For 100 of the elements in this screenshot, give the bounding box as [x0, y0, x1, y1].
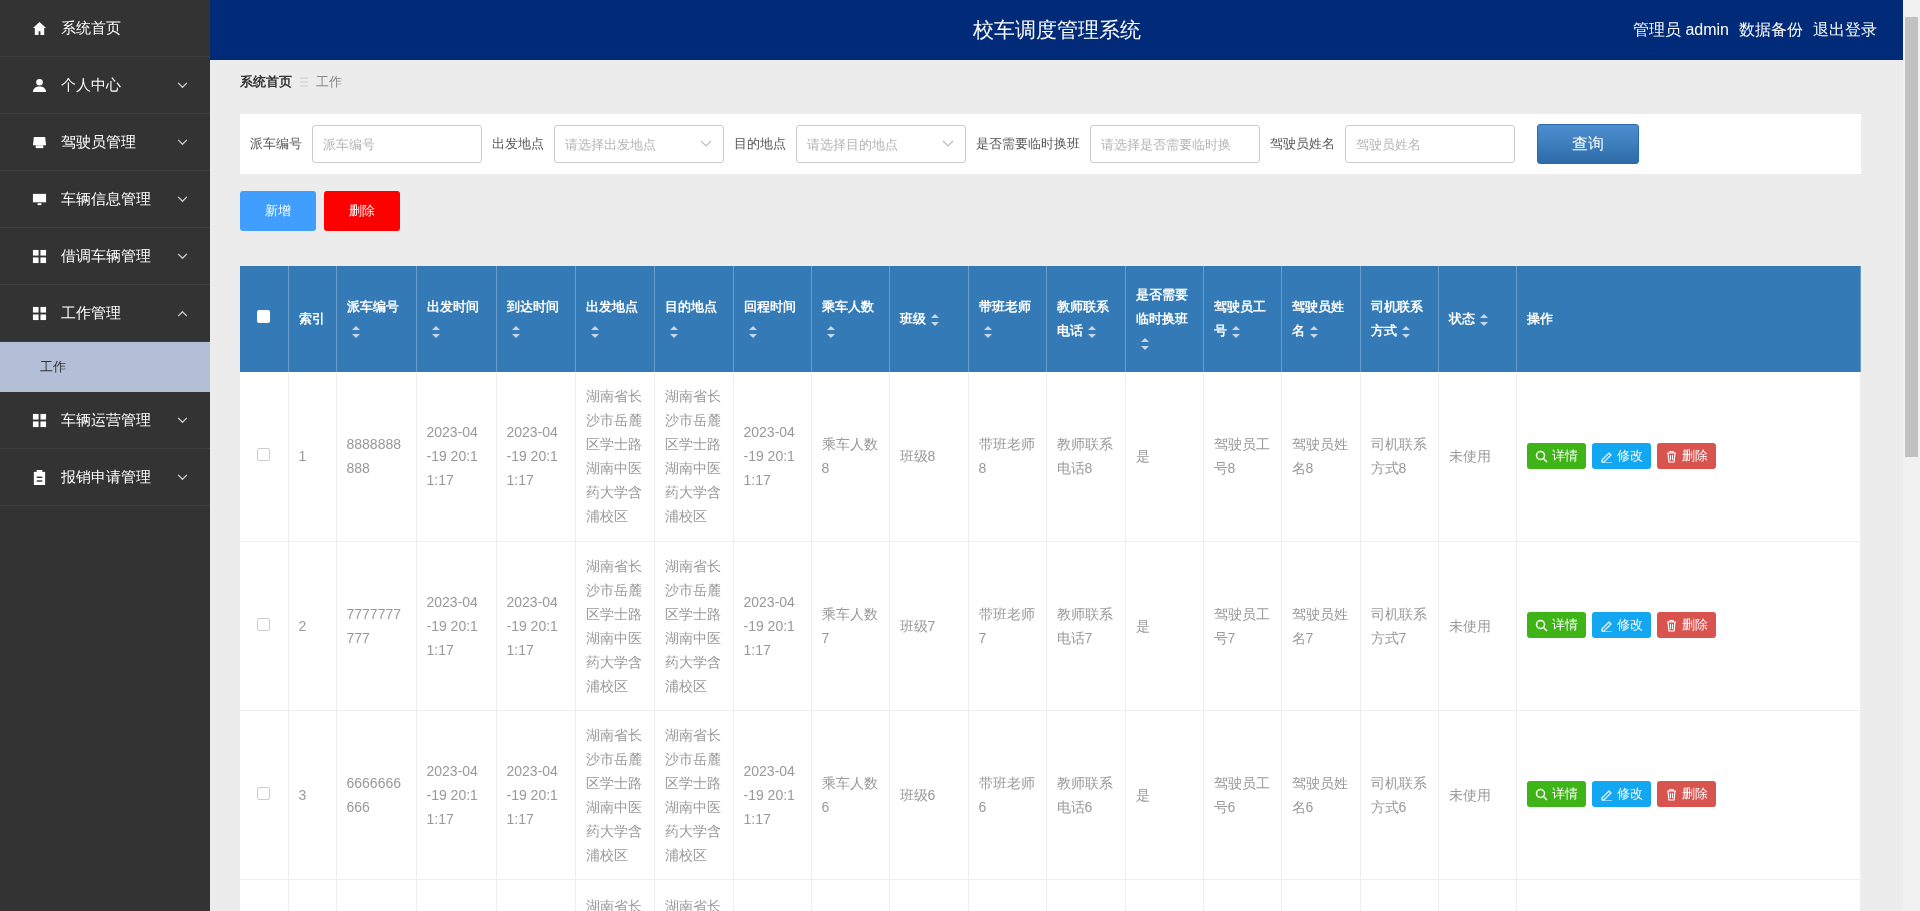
add-button[interactable]: 新增 — [240, 191, 316, 231]
column-header[interactable]: 到达时间 — [496, 266, 575, 372]
home-icon — [32, 20, 47, 36]
header-link[interactable]: 退出登录 — [1813, 18, 1877, 42]
column-header[interactable]: 带班老师 — [968, 266, 1046, 372]
table-cell: 驾驶员姓名7 — [1291, 605, 1348, 646]
table-cell: 驾驶员工号7 — [1213, 605, 1270, 646]
select-field[interactable]: 请选择目的地点 — [796, 125, 966, 163]
clipboard-icon — [32, 469, 47, 485]
sort-icon — [929, 313, 940, 326]
column-header[interactable]: 出发地点 — [575, 266, 654, 372]
column-header[interactable]: 回程时间 — [733, 266, 811, 372]
search-icon — [1534, 449, 1548, 463]
tray-icon — [32, 134, 47, 150]
column-header[interactable]: 教师联系电话 — [1046, 266, 1125, 372]
sidebar-item[interactable]: 车辆信息管理 — [0, 171, 210, 228]
grid-icon — [32, 412, 47, 428]
table-cell: 7777777777 — [346, 605, 401, 646]
column-header[interactable]: 班级 — [889, 266, 968, 372]
column-header: 索引 — [288, 266, 336, 372]
sidebar-item[interactable]: 借调车辆管理 — [0, 228, 210, 285]
search-icon — [1534, 787, 1548, 801]
sort-icon — [1400, 325, 1411, 338]
person-icon — [32, 77, 47, 93]
table-cell: 2023-04-19 20:11:17 — [506, 593, 558, 658]
filter-label: 出发地点 — [492, 135, 544, 154]
table-cell: 2023-04-19 20:11:17 — [743, 593, 795, 658]
app-title: 校车调度管理系统 — [972, 17, 1141, 44]
table-cell: 2023-04-19 20:11:17 — [426, 762, 478, 827]
table-cell: 司机联系方式6 — [1370, 774, 1427, 815]
table-cell: 班级8 — [899, 448, 936, 465]
sidebar-item[interactable]: 报销申请管理 — [0, 449, 210, 506]
column-header[interactable]: 驾驶员姓名 — [1281, 266, 1360, 372]
breadcrumb-item: 工作 — [316, 73, 342, 91]
scrollbar[interactable] — [1903, 0, 1920, 911]
sidebar-item[interactable]: 驾驶员管理 — [0, 114, 210, 171]
select-field[interactable]: 请选择出发地点 — [554, 125, 724, 163]
table-cell: 2023-04-19 20:11:17 — [743, 424, 795, 489]
edit-button[interactable]: 修改 — [1591, 443, 1651, 469]
search-button[interactable]: 查询 — [1537, 124, 1639, 164]
row-checkbox[interactable] — [257, 617, 271, 631]
details-button[interactable]: 详情 — [1526, 443, 1586, 469]
delete-button[interactable]: 删除 — [1656, 781, 1716, 808]
grid-icon — [32, 248, 47, 264]
table-cell: 教师联系电话6 — [1056, 774, 1113, 815]
table-cell: 是 — [1135, 786, 1150, 803]
monitor-icon — [32, 191, 47, 207]
column-header[interactable]: 派车编号 — [336, 266, 416, 372]
details-button[interactable]: 详情 — [1526, 781, 1586, 808]
sort-icon — [510, 325, 521, 338]
table-cell: 未使用 — [1448, 448, 1491, 465]
filter-label: 目的地点 — [734, 135, 786, 154]
table-cell: 2023-04-19 20:11:17 — [426, 424, 478, 489]
table-cell: 未使用 — [1448, 786, 1491, 803]
trash-icon — [1664, 449, 1678, 463]
delete-button[interactable]: 删除 — [1656, 612, 1716, 639]
table-cell: 司机联系方式7 — [1370, 605, 1427, 646]
column-header[interactable]: 目的地点 — [654, 266, 733, 372]
delete-button[interactable]: 删除 — [324, 191, 400, 231]
column-header[interactable]: 是否需要临时换班 — [1125, 266, 1203, 372]
input-field[interactable]: 派车编号 — [312, 125, 482, 163]
details-button[interactable]: 详情 — [1526, 612, 1586, 639]
filter-label: 驾驶员姓名 — [1270, 135, 1335, 154]
table-cell: 乘车人数6 — [821, 774, 878, 815]
sidebar-subitem[interactable]: 工作 — [0, 342, 210, 392]
sort-icon — [825, 325, 836, 338]
select-all-checkbox[interactable] — [257, 310, 271, 323]
filter-label: 是否需要临时换班 — [976, 135, 1080, 154]
breadcrumb-item[interactable]: 系统首页 — [240, 72, 292, 92]
table-cell: 3 — [298, 786, 307, 803]
sort-icon — [1230, 325, 1241, 338]
edit-button[interactable]: 修改 — [1591, 612, 1651, 639]
filter-label: 派车编号 — [250, 135, 302, 154]
chevron-down-icon — [700, 140, 712, 148]
table-cell: 驾驶员姓名8 — [1291, 436, 1348, 477]
row-checkbox[interactable] — [257, 786, 271, 800]
column-header[interactable]: 司机联系方式 — [1360, 266, 1438, 372]
input-field[interactable]: 请选择是否需要临时换 — [1090, 125, 1260, 163]
table-cell: 带班老师7 — [978, 605, 1035, 646]
delete-button[interactable]: 删除 — [1656, 443, 1716, 469]
column-header: 操作 — [1516, 266, 1861, 372]
column-header[interactable]: 乘车人数 — [811, 266, 889, 372]
header-link[interactable]: 数据备份 — [1739, 18, 1803, 42]
table-cell: 2 — [298, 617, 307, 634]
table-cell: 6666666666 — [346, 774, 401, 815]
sidebar-item[interactable]: 车辆运营管理 — [0, 392, 210, 449]
table-cell: 教师联系电话7 — [1056, 605, 1113, 646]
grid-icon — [32, 305, 47, 321]
sidebar-item[interactable]: 个人中心 — [0, 57, 210, 114]
table-cell: 湖南省长沙市岳麓区学士路湖南中医药大学含浦校区 — [664, 557, 721, 694]
row-checkbox[interactable] — [257, 448, 271, 462]
sort-icon — [350, 325, 361, 338]
edit-button[interactable]: 修改 — [1591, 781, 1651, 808]
column-header[interactable]: 出发时间 — [416, 266, 496, 372]
table-cell: 2023-04-19 20:11:17 — [506, 762, 558, 827]
input-field[interactable]: 驾驶员姓名 — [1345, 125, 1515, 163]
column-header[interactable]: 驾驶员工号 — [1203, 266, 1281, 372]
header-link[interactable]: 管理员 admin — [1632, 18, 1729, 42]
table-cell: 2023-04-19 20:11:17 — [743, 762, 795, 827]
column-header[interactable]: 状态 — [1438, 266, 1516, 372]
